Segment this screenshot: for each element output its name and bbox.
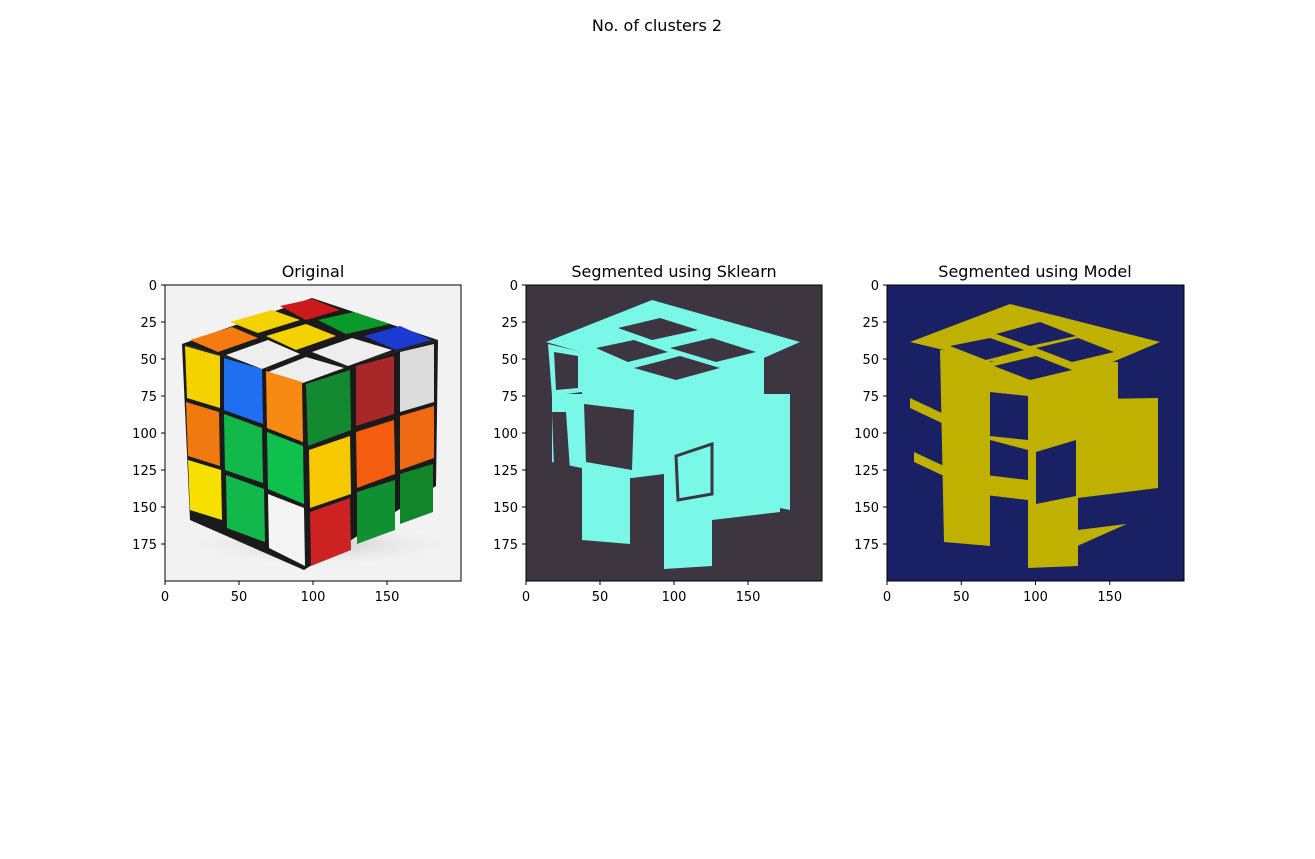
y-tick-label: 75 [862, 390, 879, 405]
x-tick-label: 0 [522, 590, 530, 605]
x-tick-label: 50 [953, 590, 970, 605]
y-tick-label: 0 [510, 279, 518, 294]
y-tick-label: 100 [854, 427, 879, 442]
y-tick-label: 150 [132, 501, 157, 516]
y-tick-label: 100 [493, 427, 518, 442]
x-tick-label: 0 [883, 590, 891, 605]
segment-hole [712, 512, 780, 568]
panel-model: Segmented using Model 0 50 100 150025507510 [854, 262, 1185, 605]
x-tick-label: 50 [592, 590, 609, 605]
segment-region [940, 350, 990, 546]
sticker [400, 344, 434, 412]
segment-region [1028, 496, 1078, 568]
sticker [186, 402, 220, 466]
y-tick-label: 175 [132, 538, 157, 553]
x-tick-label: 100 [301, 590, 326, 605]
x-tick-label: 150 [375, 590, 400, 605]
sticker [356, 356, 394, 426]
figure-suptitle: No. of clusters 2 [592, 16, 722, 35]
y-tick-label: 25 [862, 316, 879, 331]
y-tick-label: 50 [501, 353, 518, 368]
y-tick-label: 175 [854, 538, 879, 553]
y-tick-label: 75 [140, 390, 157, 405]
sticker [185, 346, 220, 408]
y-tick-label: 25 [501, 316, 518, 331]
y-tick-label: 50 [862, 353, 879, 368]
panel-title: Original [282, 262, 345, 281]
y-tick-label: 25 [140, 316, 157, 331]
y-tick-label: 175 [493, 538, 518, 553]
y-tick-label: 150 [854, 501, 879, 516]
y-tick-label: 125 [854, 464, 879, 479]
y-tick-label: 0 [871, 279, 879, 294]
panel-sklearn: Segmented using Sklearn 0 50 100 1500255… [493, 262, 823, 605]
segment-hole [554, 352, 578, 390]
y-tick-label: 125 [132, 464, 157, 479]
y-tick-label: 75 [501, 390, 518, 405]
segment-hole [990, 392, 1028, 440]
x-tick-label: 150 [736, 590, 761, 605]
panel-title: Segmented using Model [938, 262, 1131, 281]
panel-title: Segmented using Sklearn [571, 262, 776, 281]
segment-hole [632, 474, 664, 544]
y-tick-label: 125 [493, 464, 518, 479]
y-tick-label: 0 [149, 279, 157, 294]
y-tick-label: 100 [132, 427, 157, 442]
segment-hole [584, 404, 634, 470]
x-tick-label: 100 [1023, 590, 1048, 605]
figure: No. of clusters 2 Original 0 50 100 1500… [132, 16, 1185, 605]
y-tick-label: 50 [140, 353, 157, 368]
x-tick-label: 150 [1097, 590, 1122, 605]
panel-original: Original 0 50 100 1500255075100125150175 [132, 262, 462, 605]
x-tick-label: 100 [662, 590, 687, 605]
x-tick-label: 50 [231, 590, 248, 605]
x-tick-label: 0 [161, 590, 169, 605]
segment-region [582, 462, 630, 544]
y-tick-label: 150 [493, 501, 518, 516]
